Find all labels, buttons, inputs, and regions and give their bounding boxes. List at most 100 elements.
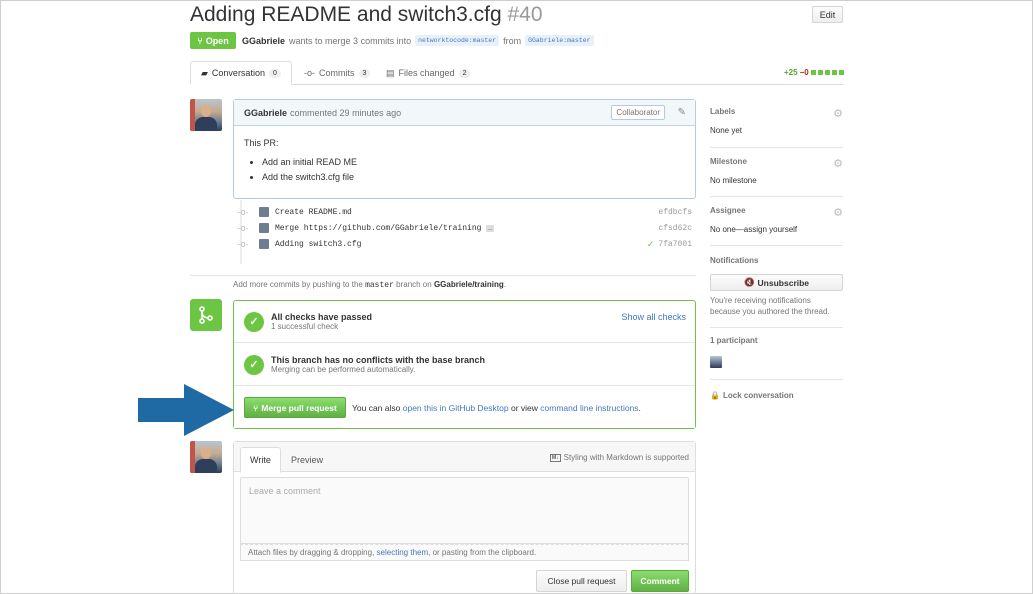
- comment-time[interactable]: commented 29 minutes ago: [290, 108, 401, 118]
- participant-avatar[interactable]: [710, 356, 722, 368]
- author-link[interactable]: GGabriele: [242, 36, 285, 46]
- additions-count: +25: [784, 68, 798, 77]
- commit-sha[interactable]: efdbcfs: [658, 208, 692, 217]
- avatar[interactable]: [190, 441, 222, 473]
- mute-icon: 🔇: [743, 277, 755, 287]
- sidebar-value: No one—assign yourself: [710, 225, 798, 234]
- markdown-hint[interactable]: M↓ Styling with Markdown is supported: [549, 453, 689, 462]
- avatar: [259, 207, 269, 217]
- status-label: Open: [205, 35, 229, 46]
- commit-message[interactable]: Create README.md: [275, 208, 658, 217]
- commit-icon: -o-: [304, 68, 315, 78]
- git-merge-icon: [190, 299, 222, 331]
- diff-block: [831, 70, 837, 75]
- avatar-face: [201, 447, 211, 459]
- sidebar-labels[interactable]: Labels ⚙ None yet: [710, 107, 843, 135]
- sidebar-heading: Milestone: [710, 157, 747, 166]
- tab-counter: 0: [268, 68, 281, 78]
- sidebar-heading: Assignee: [710, 206, 746, 215]
- notification-reason: You're receiving notifications because y…: [710, 296, 830, 316]
- pr-open-icon: ⑂: [197, 35, 203, 46]
- lock-conversation-link[interactable]: 🔒 Lock conversation: [710, 391, 794, 400]
- pencil-icon[interactable]: ✎: [678, 107, 686, 118]
- comment-button[interactable]: Comment: [631, 570, 689, 592]
- conflicts-title: This branch has no conflicts with the ba…: [271, 355, 486, 365]
- merge-pull-request-button[interactable]: ⑂ Merge pull request: [244, 397, 346, 418]
- avatar-face: [201, 105, 211, 117]
- diff-block: [838, 70, 844, 75]
- hint-text: Add more commits by pushing to the: [233, 280, 363, 289]
- commit-row: -o- Create README.md efdbcfs: [237, 204, 692, 220]
- divider: [710, 196, 843, 197]
- commit-row: -o- Merge https://github.com/GGabriele/t…: [237, 220, 692, 236]
- tab-files-changed[interactable]: ▤ Files changed 2: [376, 61, 480, 85]
- sidebar-heading: Labels: [710, 107, 736, 116]
- comment-author[interactable]: GGabriele: [244, 108, 287, 118]
- tab-counter: 2: [458, 68, 471, 78]
- head-branch: GGabriele:master: [525, 35, 594, 46]
- list-item: Add an initial READ ME: [262, 155, 685, 170]
- attach-text: Attach files by dragging & dropping,: [248, 548, 375, 557]
- commit-sha[interactable]: 7fa7001: [658, 240, 692, 249]
- comment-intro: This PR:: [244, 138, 279, 148]
- unsubscribe-label: Unsubscribe: [757, 277, 810, 288]
- markdown-icon: M↓: [549, 453, 561, 462]
- tab-write[interactable]: Write: [240, 447, 281, 473]
- comment-textarea[interactable]: Leave a comment: [240, 477, 689, 544]
- diffstat: +25 −0: [784, 68, 844, 77]
- comment-box: GGabriele commented 29 minutes ago Colla…: [233, 99, 696, 199]
- tab-preview[interactable]: Preview: [282, 447, 332, 473]
- divider: [710, 379, 843, 380]
- lock-icon: 🔒: [710, 391, 720, 400]
- merge-box: ✓ All checks have passed 1 successful ch…: [233, 300, 696, 429]
- github-desktop-link[interactable]: open this in GitHub Desktop: [403, 403, 509, 413]
- command-line-link[interactable]: command line instructions: [540, 403, 638, 413]
- sidebar-heading: Notifications: [710, 256, 759, 265]
- divider: [190, 275, 696, 276]
- tab-label: Files changed: [398, 68, 455, 78]
- attach-text: , or pasting from the clipboard.: [428, 548, 537, 557]
- conflicts-sub: Merging can be performed automatically.: [271, 365, 416, 374]
- edit-button[interactable]: Edit: [812, 6, 843, 23]
- merge-icon: ⑂: [253, 402, 259, 413]
- tab-label: Conversation: [211, 68, 265, 78]
- expand-ellipsis[interactable]: …: [486, 224, 494, 232]
- deletions-count: −0: [799, 68, 809, 77]
- meta-from: from: [503, 35, 522, 46]
- avatar: [259, 239, 269, 249]
- gear-icon[interactable]: ⚙: [833, 206, 843, 219]
- conflicts-text: This branch has no conflicts with the ba…: [271, 355, 485, 374]
- unsubscribe-button[interactable]: 🔇 Unsubscribe: [710, 274, 843, 291]
- hint-repo: GGabriele/training: [433, 280, 504, 289]
- gear-icon[interactable]: ⚙: [833, 157, 843, 170]
- sidebar-assignee[interactable]: Assignee ⚙ No one—assign yourself: [710, 206, 843, 234]
- meta-text: wants to merge 3 commits into: [289, 35, 412, 46]
- merge-button-label: Merge pull request: [261, 402, 337, 413]
- attach-files-hint[interactable]: Attach files by dragging & dropping, sel…: [240, 544, 689, 561]
- commit-sha[interactable]: cfsd62c: [658, 224, 692, 233]
- sidebar-value: No milestone: [710, 176, 757, 185]
- close-pull-request-button[interactable]: Close pull request: [536, 570, 627, 592]
- checks-row: ✓ All checks have passed 1 successful ch…: [234, 301, 695, 343]
- comment-body: This PR: Add an initial READ ME Add the …: [234, 126, 695, 195]
- show-all-checks-link[interactable]: Show all checks: [621, 312, 686, 322]
- divider: [710, 327, 843, 328]
- sidebar-milestone[interactable]: Milestone ⚙ No milestone: [710, 157, 843, 185]
- check-icon[interactable]: ✓: [647, 239, 655, 250]
- status-badge: ⑂ Open: [190, 32, 236, 49]
- comment-list: Add an initial READ ME Add the switch3.c…: [262, 155, 685, 185]
- diff-block: [810, 70, 816, 75]
- gear-icon[interactable]: ⚙: [833, 107, 843, 120]
- tab-commits[interactable]: -o- Commits 3: [294, 61, 380, 85]
- commit-icon: -o-: [237, 223, 249, 233]
- commit-message[interactable]: Merge https://github.com/GGabriele/train…: [275, 224, 481, 233]
- tab-conversation[interactable]: ▰ Conversation 0: [190, 61, 292, 85]
- checks-text: All checks have passed 1 successful chec…: [271, 312, 372, 331]
- diff-block: [817, 70, 823, 75]
- avatar[interactable]: [190, 99, 222, 131]
- select-files-link[interactable]: selecting them: [377, 548, 429, 557]
- new-comment-box: Write Preview M↓ Styling with Markdown is…: [233, 441, 696, 594]
- merge-actions-row: ⑂ Merge pull request You can also open th…: [234, 387, 695, 428]
- checks-sub: 1 successful check: [271, 322, 339, 331]
- commit-message[interactable]: Adding switch3.cfg: [275, 240, 647, 249]
